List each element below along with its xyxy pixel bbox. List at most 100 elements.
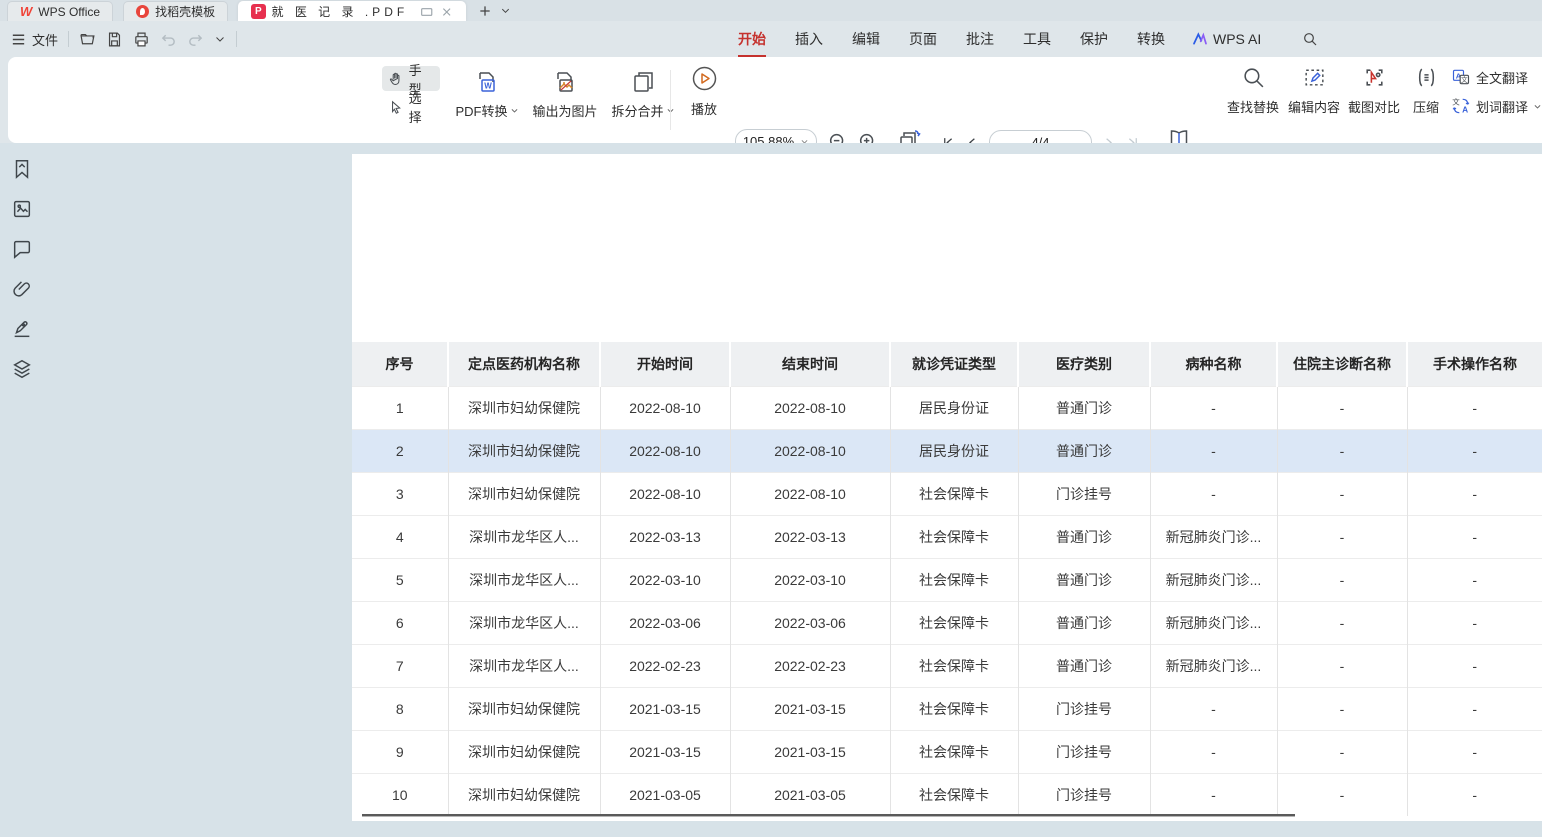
full-text-translate-icon: A 文 <box>1451 67 1471 87</box>
wps-ai-label: WPS AI <box>1213 31 1261 47</box>
table-cell: 普通门诊 <box>1018 515 1150 558</box>
bookmark-icon[interactable] <box>11 158 33 180</box>
signature-icon[interactable] <box>11 318 33 340</box>
find-replace-button[interactable]: 查找替换 <box>1225 65 1281 116</box>
menu-item[interactable]: 保护 <box>1080 29 1108 49</box>
pdf-convert-button[interactable]: W PDF转换 <box>448 65 526 120</box>
table-cell: 2022-08-10 <box>600 472 730 515</box>
table-cell: - <box>1277 687 1407 730</box>
play-label: 播放 <box>691 99 717 118</box>
redo-icon[interactable] <box>187 31 204 48</box>
tab-wps-home[interactable]: W WPS Office <box>7 1 113 21</box>
table-cell: 深圳市妇幼保健院 <box>448 386 600 429</box>
table-cell: 新冠肺炎门诊... <box>1150 644 1277 687</box>
table-cell: - <box>1277 601 1407 644</box>
quick-access-bar: 文件 <box>10 21 237 57</box>
table-cell: 2022-02-23 <box>730 644 890 687</box>
edit-content-button[interactable]: 编辑内容 <box>1286 65 1342 116</box>
layers-icon[interactable] <box>11 358 33 380</box>
hamburger-icon <box>10 31 27 48</box>
select-tool-button[interactable]: 选择 <box>382 94 440 119</box>
tab-bar: W WPS Office 找稻壳模板 P 就 医 记 录 .PDF <box>0 0 1542 21</box>
menu-item[interactable]: 转换 <box>1137 29 1165 49</box>
table-cell: 8 <box>352 687 448 730</box>
table-cell: 1 <box>352 386 448 429</box>
table-cell: 深圳市龙华区人... <box>448 515 600 558</box>
select-tool-label: 选择 <box>409 88 434 126</box>
thumbnail-icon[interactable] <box>11 198 33 220</box>
edit-content-icon <box>1302 65 1327 90</box>
table-cell: 门诊挂号 <box>1018 730 1150 773</box>
compress-button[interactable]: 压缩 <box>1404 65 1448 116</box>
menu-item[interactable]: 工具 <box>1023 29 1051 49</box>
table-cell: 社会保障卡 <box>890 730 1018 773</box>
table-cell: 深圳市妇幼保健院 <box>448 687 600 730</box>
table-cell: - <box>1150 773 1277 816</box>
table-cell: - <box>1277 730 1407 773</box>
table-cell: 2022-03-06 <box>600 601 730 644</box>
tab-docer-templates[interactable]: 找稻壳模板 <box>123 1 228 21</box>
table-cell: - <box>1277 386 1407 429</box>
tab-document-pdf[interactable]: P 就 医 记 录 .PDF <box>238 1 466 21</box>
wps-ai-button[interactable]: WPS AI <box>1192 31 1261 47</box>
svg-text:文: 文 <box>1461 75 1468 84</box>
table-row: 8深圳市妇幼保健院2021-03-152021-03-15社会保障卡门诊挂号--… <box>352 687 1542 730</box>
table-cell: 深圳市龙华区人... <box>448 558 600 601</box>
table-cell: 普通门诊 <box>1018 429 1150 472</box>
table-cell: 9 <box>352 730 448 773</box>
column-header: 就诊凭证类型 <box>890 342 1018 386</box>
svg-text:W: W <box>484 82 492 91</box>
pdf-page: 序号定点医药机构名称开始时间结束时间就诊凭证类型医疗类别病种名称住院主诊断名称手… <box>352 154 1542 821</box>
table-cell: 2022-03-10 <box>730 558 890 601</box>
screenshot-compare-button[interactable]: 截图对比 <box>1346 65 1402 116</box>
table-header-row: 序号定点医药机构名称开始时间结束时间就诊凭证类型医疗类别病种名称住院主诊断名称手… <box>352 342 1542 386</box>
tab-list-chevron-icon[interactable] <box>500 5 511 16</box>
comment-icon[interactable] <box>11 238 33 260</box>
menu-item[interactable]: 页面 <box>909 29 937 49</box>
table-cell: - <box>1150 687 1277 730</box>
table-cell: - <box>1277 773 1407 816</box>
menu-items: 开始 插入 编辑 页面 批注 工具 保护 转换 <box>738 21 1165 57</box>
file-menu-button[interactable]: 文件 <box>10 30 58 49</box>
new-tab-icon[interactable] <box>478 4 492 18</box>
play-button[interactable]: 播放 <box>680 65 728 118</box>
pdf-file-icon: P <box>251 4 265 19</box>
undo-icon[interactable] <box>160 31 177 48</box>
save-icon[interactable] <box>106 31 123 48</box>
menu-item[interactable]: 插入 <box>795 29 823 49</box>
table-cell: - <box>1150 472 1277 515</box>
table-cell: 居民身份证 <box>890 386 1018 429</box>
attachment-icon[interactable] <box>11 278 33 300</box>
table-cell: 深圳市妇幼保健院 <box>448 773 600 816</box>
table-cell: 2022-02-23 <box>600 644 730 687</box>
menu-item[interactable]: 开始 <box>738 29 766 49</box>
chevron-down-icon <box>1533 102 1542 111</box>
full-text-translate-button[interactable]: A 文 全文翻译 <box>1451 67 1542 87</box>
translate-group: A 文 全文翻译 文 A 划词翻译 <box>1451 67 1542 116</box>
table-cell: 社会保障卡 <box>890 558 1018 601</box>
table-row: 4深圳市龙华区人...2022-03-132022-03-13社会保障卡普通门诊… <box>352 515 1542 558</box>
close-tab-icon[interactable] <box>440 5 453 19</box>
column-header: 结束时间 <box>730 342 890 386</box>
table-cell: 普通门诊 <box>1018 386 1150 429</box>
global-search-icon[interactable] <box>1302 31 1318 47</box>
divider <box>670 70 671 130</box>
word-translate-button[interactable]: 文 A 划词翻译 <box>1451 96 1542 116</box>
menu-item[interactable]: 批注 <box>966 29 994 49</box>
table-cell: - <box>1150 386 1277 429</box>
quickbar-chevron-icon[interactable] <box>214 33 226 45</box>
table-cell: - <box>1150 730 1277 773</box>
menu-item[interactable]: 编辑 <box>852 29 880 49</box>
table-cell: 2022-03-10 <box>600 558 730 601</box>
print-icon[interactable] <box>133 31 150 48</box>
export-as-image-button[interactable]: 输出为图片 <box>526 65 604 120</box>
table-cell: 2022-08-10 <box>730 386 890 429</box>
table-row: 3深圳市妇幼保健院2022-08-102022-08-10社会保障卡门诊挂号--… <box>352 472 1542 515</box>
table-cell: 社会保障卡 <box>890 644 1018 687</box>
open-folder-icon[interactable] <box>79 31 96 48</box>
screen-share-icon[interactable] <box>420 5 433 19</box>
pdf-convert-icon: W <box>474 69 500 95</box>
wps-ai-icon <box>1192 31 1208 47</box>
table-cell: - <box>1407 730 1542 773</box>
table-cell: - <box>1277 472 1407 515</box>
